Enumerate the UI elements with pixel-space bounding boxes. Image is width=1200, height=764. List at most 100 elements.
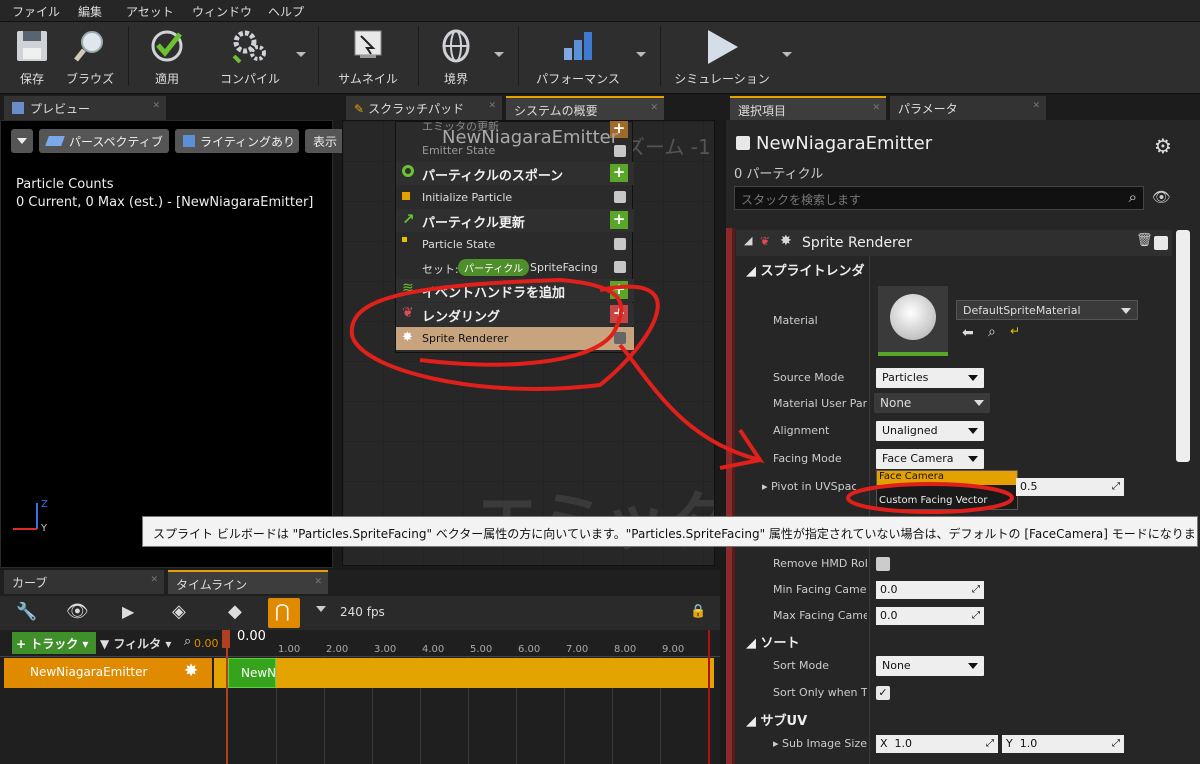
menu-asset[interactable]: アセット	[126, 3, 174, 20]
compile-dropdown-arrow[interactable]	[296, 52, 306, 57]
show-button[interactable]: 表示	[305, 129, 345, 153]
tab-system-overview[interactable]: システムの概要 ✕	[506, 96, 664, 120]
material-dropdown[interactable]: DefaultSpriteMaterial	[956, 300, 1138, 320]
particle-update-row[interactable]: ↗ パーティクル更新 +	[396, 209, 634, 232]
performance-button[interactable]: パフォーマンス	[528, 22, 628, 92]
add-particle-update-button[interactable]: +	[610, 211, 628, 229]
tab-scratchpad[interactable]: ✎ スクラッチパッド ✕	[346, 96, 502, 120]
use-selected-arrow-icon[interactable]: ⬅	[962, 325, 974, 341]
tab-selected[interactable]: 選択項目 ✕	[730, 96, 886, 120]
gear-icon[interactable]: ⚙	[1154, 134, 1172, 158]
close-icon[interactable]: ✕	[488, 101, 496, 111]
eye-icon[interactable]: 👁	[1152, 188, 1171, 206]
pivot-y-input[interactable]: 0.5 ⤢	[1016, 478, 1124, 496]
apply-button[interactable]: 適用	[138, 22, 196, 92]
emitter-node[interactable]: エミッタの更新 + NewNiagaraEmitter Emitter Stat…	[395, 121, 634, 353]
particle-spawn-row[interactable]: パーティクルのスポーン +	[396, 162, 634, 185]
remove-hmd-label: Remove HMD Roll	[773, 557, 867, 570]
lighting-button[interactable]: ライティングあり	[175, 129, 299, 153]
chevron-down-icon	[17, 138, 27, 144]
menu-window[interactable]: ウィンドウ	[192, 3, 252, 20]
material-user-param-dropdown[interactable]: None	[874, 393, 990, 413]
bounds-icon	[442, 29, 470, 63]
save-button[interactable]: 保存	[4, 22, 60, 92]
add-event-handler-button[interactable]: +	[610, 281, 628, 299]
set-sprite-facing-checkbox[interactable]	[614, 261, 626, 273]
menu-edit[interactable]: 編集	[78, 3, 102, 20]
trash-icon[interactable]: 🗑	[1136, 233, 1153, 248]
system-overview-graph[interactable]: エミッタ ズーム -1 エミッタの更新 + NewNiagaraEmitter …	[342, 120, 715, 566]
material-user-param-row: Material User Para None	[726, 391, 1181, 417]
sort-only-row: Sort Only when Tra ✓	[726, 680, 1181, 706]
menu-file[interactable]: ファイル	[12, 3, 60, 20]
browse-label: ブラウズ	[65, 72, 114, 86]
alignment-value: Unaligned	[882, 424, 938, 437]
facing-mode-dropdown[interactable]: Face Camera	[876, 449, 984, 469]
tab-parameters[interactable]: パラメータ ✕	[890, 96, 1046, 120]
search-icon[interactable]: ⌕	[1129, 188, 1137, 206]
sprite-renderer-checkbox[interactable]	[614, 332, 626, 344]
simulation-dropdown-arrow[interactable]	[782, 52, 792, 57]
close-icon[interactable]: ✕	[650, 103, 658, 113]
collapse-triangle-icon[interactable]: ◢	[744, 234, 752, 247]
emitter-state-row[interactable]: Emitter State	[396, 140, 634, 163]
tab-scratchpad-label: スクラッチパッド	[368, 102, 465, 116]
close-icon[interactable]: ✕	[152, 101, 160, 111]
bounds-button[interactable]: 境界	[428, 22, 484, 92]
tab-preview-label: プレビュー	[30, 102, 91, 116]
rendering-row[interactable]: ❦ レンダリング +	[396, 303, 634, 326]
section-subuv[interactable]: ◢ サブUV	[746, 710, 807, 729]
perspective-button[interactable]: パースペクティブ	[39, 129, 169, 153]
emitter-clip[interactable]: NewN	[228, 658, 276, 688]
performance-dropdown-arrow[interactable]	[636, 52, 646, 57]
sprite-renderer-header[interactable]: ◢ ❦ ✸ Sprite Renderer 🗑	[736, 230, 1172, 256]
checkmark-circle-icon	[151, 30, 183, 62]
sort-only-checkbox[interactable]: ✓	[876, 686, 890, 700]
particle-update-label: パーティクル更新	[422, 216, 525, 231]
reset-icon[interactable]: ↵	[1010, 324, 1020, 338]
event-handler-row[interactable]: ≋ イベントハンドラを追加 +	[396, 279, 634, 302]
initialize-particle-row[interactable]: Initialize Particle	[396, 186, 634, 209]
add-particle-spawn-button[interactable]: +	[610, 164, 628, 182]
renderer-enabled-checkbox[interactable]	[1154, 236, 1168, 250]
browse-button[interactable]: ブラウズ	[62, 22, 118, 92]
compile-button[interactable]: コンパイル	[212, 22, 288, 92]
preview-viewport[interactable]: パースペクティブ ライティングあり 表示 Particle Counts 0 C…	[0, 120, 345, 568]
chevron-down-icon	[968, 456, 978, 462]
stack-search-input[interactable]: スタックを検索します ⌕	[734, 186, 1144, 210]
emitter-enabled-checkbox[interactable]	[736, 136, 750, 150]
emitter-state-checkbox[interactable]	[614, 145, 626, 157]
menu-help[interactable]: ヘルプ	[268, 3, 304, 20]
sort-mode-dropdown[interactable]: None	[876, 656, 984, 676]
set-sprite-facing-row[interactable]: セット: パーティクル SpriteFacing	[396, 256, 634, 279]
add-renderer-button[interactable]: +	[610, 305, 628, 323]
drag-grip-icon: ⤢	[972, 584, 980, 595]
browse-search-icon[interactable]: ⌕	[988, 324, 996, 340]
material-thumbnail[interactable]	[878, 286, 948, 356]
remove-hmd-checkbox[interactable]	[876, 557, 890, 571]
tab-parameters-label: パラメータ	[898, 102, 958, 116]
sub-image-y-input[interactable]: Y 1.0 ⤢	[1002, 735, 1124, 753]
simulation-button[interactable]: シミュレーション	[670, 22, 774, 92]
alignment-dropdown[interactable]: Unaligned	[876, 421, 984, 441]
sub-image-x-input[interactable]: X 1.0 ⤢	[876, 735, 998, 753]
particle-state-row[interactable]: Particle State	[396, 233, 634, 256]
add-event-handler-label: イベントハンドラを追加	[422, 286, 566, 301]
track-bar[interactable]	[214, 658, 714, 688]
max-facing-input[interactable]: 0.0 ⤢	[876, 607, 984, 625]
particle-state-checkbox[interactable]	[614, 238, 626, 250]
tab-preview[interactable]: プレビュー ✕	[4, 96, 166, 120]
viewport-options-button[interactable]	[11, 129, 33, 153]
section-sprite-renderer[interactable]: ◢ スプライトレンダ	[746, 260, 865, 279]
section-sort[interactable]: ◢ ソート	[746, 632, 800, 651]
close-icon[interactable]: ✕	[872, 103, 880, 113]
close-icon[interactable]: ✕	[1032, 101, 1040, 111]
source-mode-dropdown[interactable]: Particles	[876, 368, 984, 388]
bounds-dropdown-arrow[interactable]	[494, 52, 504, 57]
initialize-particle-checkbox[interactable]	[614, 191, 626, 203]
thumbnail-button[interactable]: サムネイル	[330, 22, 406, 92]
track-row-emitter[interactable]: NewNiagaraEmitter ✸	[4, 658, 212, 688]
min-facing-input[interactable]: 0.0 ⤢	[876, 581, 984, 599]
sprite-renderer-row[interactable]: ✸ Sprite Renderer	[396, 327, 634, 350]
tab-system-overview-label: システムの概要	[514, 104, 598, 118]
